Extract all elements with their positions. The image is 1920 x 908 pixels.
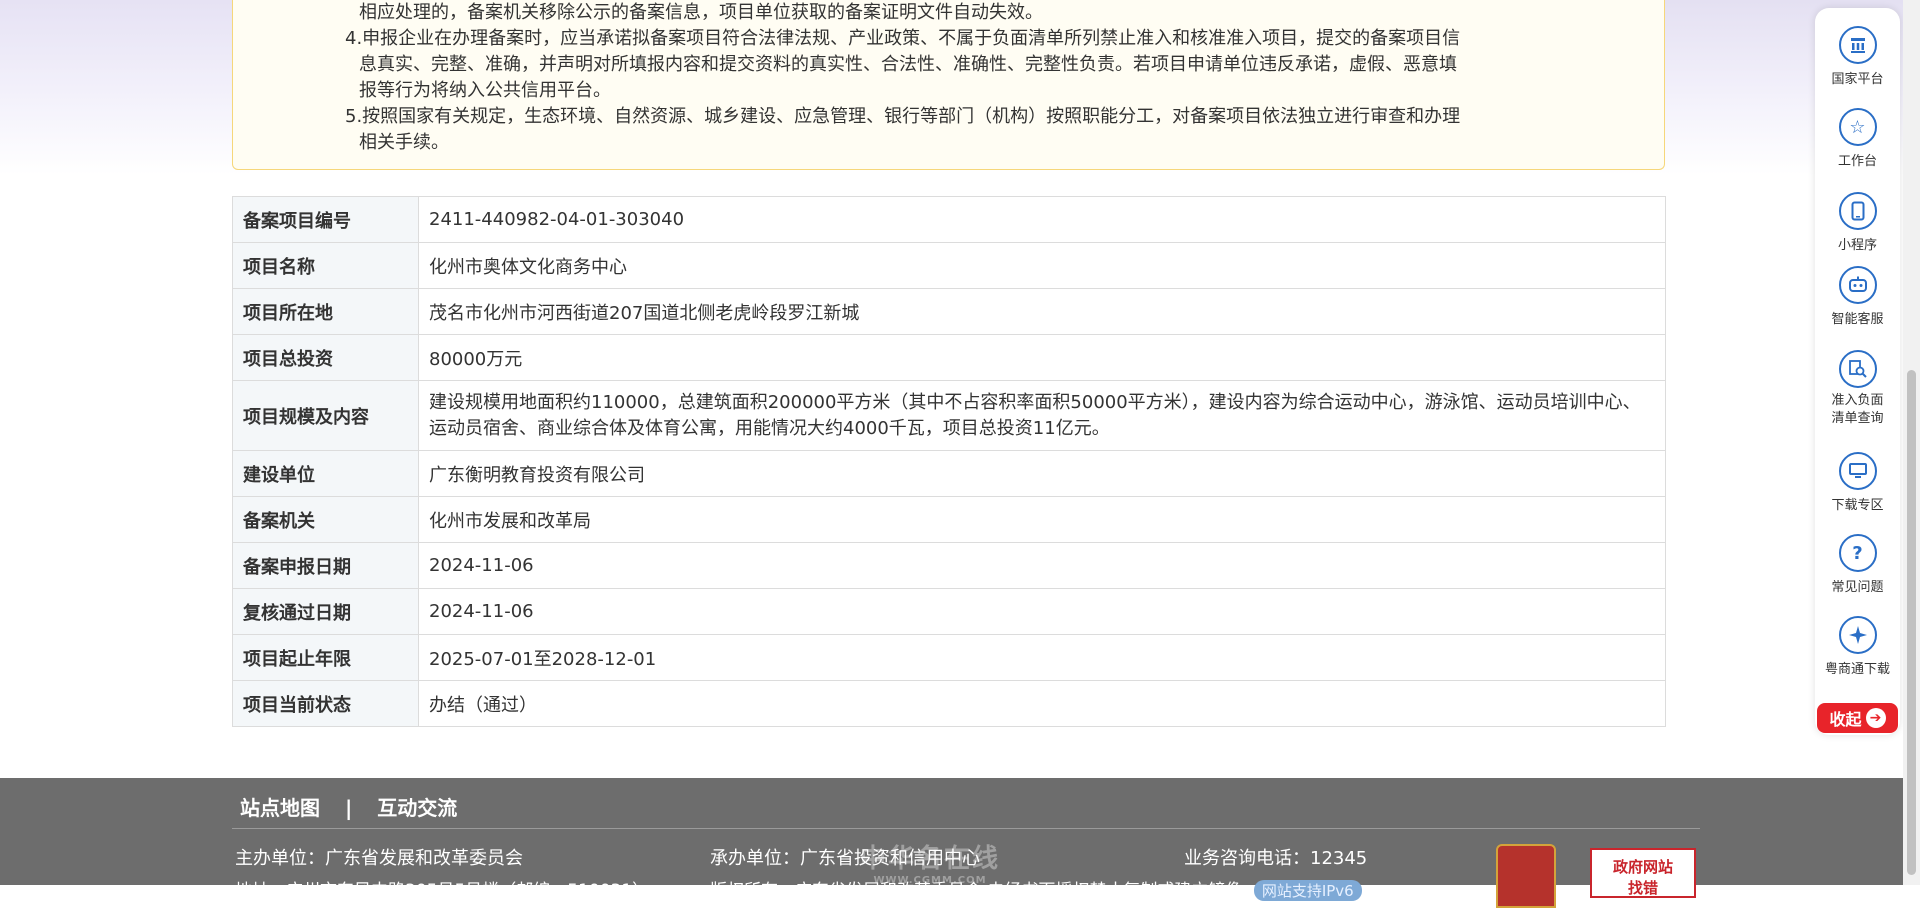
sidebar-item-national-platform[interactable]: 国家平台 — [1815, 26, 1900, 87]
search-list-icon — [1838, 350, 1877, 388]
notice-box: 相应处理的，备案机关移除公示的备案信息，项目单位获取的备案证明文件自动失效。 4… — [232, 0, 1665, 170]
notice-line: 4.申报企业在办理备案时，应当承诺拟备案项目符合法律法规、产业政策、不属于负面清… — [345, 28, 1461, 49]
row-label: 备案项目编号 — [232, 196, 419, 243]
star-icon: ☆ — [1838, 108, 1877, 146]
table-row: 复核通过日期 2024-11-06 — [232, 588, 1666, 635]
row-label: 项目当前状态 — [232, 680, 419, 727]
scrollbar-thumb[interactable] — [1907, 370, 1916, 875]
row-value: 2025-07-01至2028-12-01 — [418, 634, 1666, 681]
sidebar-item-negative-list[interactable]: 准入负面清单查询 — [1815, 350, 1900, 428]
hotline: 业务咨询电话：12345 — [1184, 848, 1368, 869]
question-icon: ? — [1838, 534, 1877, 572]
sidebar-item-label: 工作台 — [1837, 154, 1877, 169]
table-row: 备案申报日期 2024-11-06 — [232, 542, 1666, 589]
table-row: 项目所在地 茂名市化州市河西街道207国道北侧老虎岭段罗江新城 — [232, 288, 1666, 335]
table-row: 项目规模及内容 建设规模用地面积约110000，总建筑面积200000平方米（其… — [232, 380, 1666, 451]
row-value: 茂名市化州市河西街道207国道北侧老虎岭段罗江新城 — [418, 288, 1666, 335]
row-label: 备案申报日期 — [232, 542, 419, 589]
table-row: 项目当前状态 办结（通过） — [232, 680, 1666, 727]
sidebar-item-label: 准入负面清单查询 — [1831, 393, 1884, 426]
sitemap-link[interactable]: 站点地图 — [240, 796, 320, 820]
sidebar-item-label: 智能客服 — [1831, 312, 1884, 327]
row-value: 2024-11-06 — [418, 542, 1666, 589]
watermark-text: 中华名在线 — [860, 844, 1001, 874]
collapse-button[interactable]: 收起 ➔ — [1817, 703, 1898, 733]
row-label: 项目起止年限 — [232, 634, 419, 681]
row-value: 2411-440982-04-01-303040 — [418, 196, 1666, 243]
floating-sidebar: 国家平台 ☆ 工作台 小程序 智能客服 准入负面清单查询 下载专区 ? 常见问题 — [1815, 8, 1900, 735]
sidebar-item-faq[interactable]: ? 常见问题 — [1815, 534, 1900, 595]
sidebar-item-smart-service[interactable]: 智能客服 — [1815, 266, 1900, 327]
footer-links: 站点地图 | 互动交流 — [240, 792, 475, 821]
page-background-left — [0, 0, 250, 175]
ipv6-badge: 网站支持IPv6 — [1253, 880, 1362, 901]
national-platform-icon — [1838, 26, 1877, 64]
row-value: 广东衡明教育投资有限公司 — [418, 450, 1666, 497]
footer-divider — [232, 828, 1700, 829]
gov-badge-line1: 政府网站 — [1612, 858, 1673, 876]
host-unit: 主办单位：广东省发展和改革委员会 — [235, 848, 523, 869]
row-value: 化州市奥体文化商务中心 — [418, 242, 1666, 289]
arrow-right-icon: ➔ — [1865, 708, 1886, 728]
copyright-row: 版权所有：广东省发展和改革委员会 未经书面授权禁止复制或建立镜像 网站支持IPv… — [710, 876, 1362, 901]
robot-icon — [1838, 266, 1877, 304]
notice-line: 相应处理的，备案机关移除公示的备案信息，项目单位获取的备案证明文件自动失效。 — [359, 2, 1043, 23]
vertical-scrollbar[interactable] — [1903, 0, 1920, 885]
collapse-label: 收起 — [1829, 710, 1862, 729]
sidebar-item-label: 国家平台 — [1831, 72, 1884, 87]
sidebar-item-label: 粤商通下载 — [1824, 662, 1890, 677]
gov-badge-line2: 找错 — [1627, 879, 1658, 897]
sidebar-item-workbench[interactable]: ☆ 工作台 — [1815, 108, 1900, 169]
row-label: 项目规模及内容 — [232, 380, 419, 451]
gov-site-error-badge[interactable]: 政府网站 找错 — [1590, 848, 1696, 898]
row-value: 办结（通过） — [418, 680, 1666, 727]
sidebar-item-yueshangtong[interactable]: 粤商通下载 — [1815, 616, 1900, 677]
row-label: 项目所在地 — [232, 288, 419, 335]
row-value: 2024-11-06 — [418, 588, 1666, 635]
row-value: 化州市发展和改革局 — [418, 496, 1666, 543]
notice-line: 相关手续。 — [359, 132, 449, 153]
table-row: 备案机关 化州市发展和改革局 — [232, 496, 1666, 543]
address: 地址：广州市东风中路305号5号楼（邮编：510031） — [235, 881, 650, 901]
table-row: 项目起止年限 2025-07-01至2028-12-01 — [232, 634, 1666, 681]
notice-line: 息真实、完整、准确，并声明对所填报内容和提交资料的真实性、合法性、准确性、完整性… — [359, 54, 1457, 75]
watermark-sub: WWW.CGMM.COM — [873, 875, 987, 886]
row-label: 项目总投资 — [232, 334, 419, 381]
sidebar-item-download[interactable]: 下载专区 — [1815, 452, 1900, 513]
monitor-icon — [1838, 452, 1877, 490]
table-row: 项目总投资 80000万元 — [232, 334, 1666, 381]
row-value: 建设规模用地面积约110000，总建筑面积200000平方米（其中不占容积率面积… — [418, 380, 1666, 451]
table-row: 项目名称 化州市奥体文化商务中心 — [232, 242, 1666, 289]
row-label: 建设单位 — [232, 450, 419, 497]
notice-line: 报等行为将纳入公共信用平台。 — [359, 80, 611, 101]
row-label: 复核通过日期 — [232, 588, 419, 635]
project-info-table: 备案项目编号 2411-440982-04-01-303040 项目名称 化州市… — [232, 196, 1666, 727]
app-logo-icon — [1838, 616, 1877, 654]
table-row: 备案项目编号 2411-440982-04-01-303040 — [232, 196, 1666, 243]
party-emblem-icon — [1496, 844, 1556, 908]
mobile-icon — [1838, 192, 1877, 230]
table-row: 建设单位 广东衡明教育投资有限公司 — [232, 450, 1666, 497]
notice-line: 5.按照国家有关规定，生态环境、自然资源、城乡建设、应急管理、银行等部门（机构）… — [345, 106, 1461, 127]
row-label: 项目名称 — [232, 242, 419, 289]
row-value: 80000万元 — [418, 334, 1666, 381]
interact-link[interactable]: 互动交流 — [377, 796, 457, 820]
row-label: 备案机关 — [232, 496, 419, 543]
sidebar-item-label: 小程序 — [1837, 238, 1877, 253]
watermark: 中华名在线 WWW.CGMM.COM — [860, 838, 1000, 886]
footer-separator: | — [344, 796, 353, 820]
sidebar-item-label: 常见问题 — [1831, 580, 1884, 595]
sidebar-item-label: 下载专区 — [1831, 498, 1884, 513]
sidebar-item-mini-program[interactable]: 小程序 — [1815, 192, 1900, 253]
